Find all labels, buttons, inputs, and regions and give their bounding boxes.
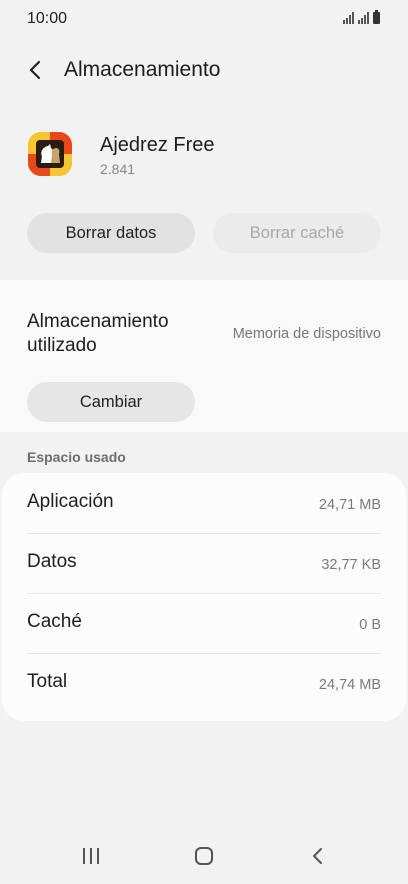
clear-data-button[interactable]: Borrar datos	[27, 213, 195, 253]
navigation-bar	[0, 828, 408, 884]
usage-label: Aplicación	[27, 491, 114, 512]
usage-value: 24,74 MB	[318, 677, 381, 693]
usage-row-cache: Caché 0 B	[27, 593, 381, 654]
clear-cache-button[interactable]: Borrar caché	[213, 213, 381, 253]
usage-section-title: Espacio usado	[27, 449, 126, 465]
chess-app-icon	[28, 132, 72, 176]
home-icon	[195, 847, 213, 865]
back-button[interactable]	[20, 54, 52, 86]
usage-value: 32,77 KB	[321, 557, 381, 573]
usage-row-total: Total 24,74 MB	[27, 653, 381, 713]
status-time: 10:00	[27, 10, 68, 27]
status-icons	[343, 10, 380, 24]
usage-label: Caché	[27, 611, 82, 632]
recent-apps-icon	[83, 848, 99, 864]
back-arrow-icon	[29, 60, 41, 80]
battery-icon	[373, 10, 380, 24]
usage-label: Total	[27, 671, 68, 692]
status-bar: 10:00	[0, 0, 408, 38]
usage-card: Aplicación 24,71 MB Datos 32,77 KB Caché…	[2, 473, 406, 721]
app-icon	[28, 132, 72, 176]
usage-value: 0 B	[359, 617, 381, 633]
usage-label: Datos	[27, 551, 77, 572]
signal-icon	[343, 12, 354, 24]
app-name: Ajedrez Free	[100, 134, 215, 156]
storage-label: Almacenamiento utilizado	[27, 311, 169, 356]
nav-back-button[interactable]	[303, 844, 333, 868]
usage-value: 24,71 MB	[318, 497, 381, 513]
change-storage-button[interactable]: Cambiar	[27, 382, 195, 422]
usage-row-data: Datos 32,77 KB	[27, 533, 381, 594]
recent-apps-button[interactable]	[76, 844, 106, 868]
usage-row-app: Aplicación 24,71 MB	[27, 473, 381, 534]
app-header: Almacenamiento	[0, 48, 408, 92]
home-button[interactable]	[189, 844, 219, 868]
storage-section: Almacenamiento utilizado Memoria de disp…	[0, 280, 408, 432]
storage-location-value: Memoria de dispositivo	[232, 326, 381, 342]
page-title: Almacenamiento	[64, 58, 221, 81]
app-version: 2.841	[100, 161, 136, 177]
nav-back-icon	[313, 848, 322, 864]
screen: 10:00 Almacenamiento Ajedrez Free 2.841 …	[0, 0, 408, 884]
signal-icon-2	[358, 12, 369, 24]
